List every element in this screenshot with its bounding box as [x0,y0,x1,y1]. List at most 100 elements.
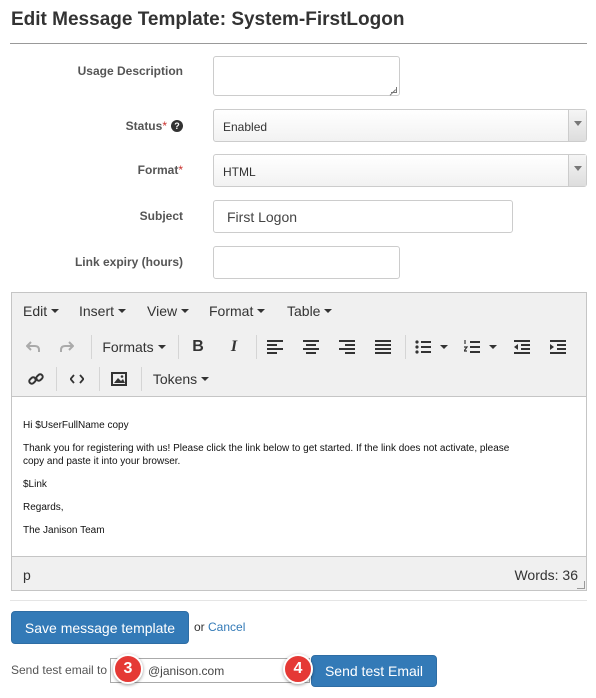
content-line-link-token: $Link [23,479,47,490]
image-icon[interactable] [109,367,129,391]
status-label-text: Status [125,119,163,133]
content-line-signature: The Janison Team [23,525,105,536]
menu-table-label: Table [287,303,321,319]
editor-statusbar: p Words: 36 [12,556,586,590]
align-center-icon[interactable] [301,335,321,359]
content-paragraph: Thank you for registering with us! Pleas… [23,442,509,468]
align-right-icon[interactable] [337,335,357,359]
menu-format[interactable]: Format [209,303,266,319]
toolbar-separator [141,367,142,391]
callout-marker-3: 3 [113,654,143,684]
resize-grip-icon[interactable] [391,87,397,93]
menu-insert-label: Insert [79,303,115,319]
form-divider [10,600,587,601]
caret-down-icon [440,345,448,349]
save-message-template-button[interactable]: Save message template [11,611,189,644]
rich-text-editor: Edit Insert View Format Table Formats B … [11,292,587,591]
format-label: Format* [138,163,183,177]
subject-input[interactable]: First Logon [213,200,513,233]
chevron-down-icon [568,155,586,186]
toolbar-separator [99,367,100,391]
test-email-label: Send test email to [11,663,108,677]
menu-view[interactable]: View [147,303,190,319]
subject-value: First Logon [227,209,298,225]
element-path[interactable]: p [23,567,31,583]
align-justify-icon[interactable] [373,335,393,359]
menu-edit[interactable]: Edit [23,303,60,319]
help-icon[interactable]: ? [171,120,183,132]
send-test-email-button[interactable]: Send test Email [311,655,437,687]
content-line-body-2: copy and paste it into your browser. [23,456,181,467]
redo-icon[interactable] [56,335,78,359]
menu-format-label: Format [209,303,254,319]
caret-down-icon [51,309,60,313]
caret-down-icon [489,345,497,349]
formats-dropdown[interactable]: Formats [98,335,170,359]
status-select[interactable]: Enabled [213,109,587,142]
source-code-icon[interactable] [66,367,88,391]
menu-insert[interactable]: Insert [79,303,127,319]
status-required-marker: * [162,119,167,133]
status-select-value: Enabled [223,120,268,134]
menu-edit-label: Edit [23,303,48,319]
bold-icon[interactable]: B [188,335,208,359]
numbered-list-dropdown[interactable] [487,335,499,359]
status-label: Status*? [126,119,183,133]
toolbar-separator [178,335,179,359]
link-expiry-label: Link expiry (hours) [75,255,183,269]
toolbar-separator [56,367,57,391]
format-select-value: HTML [223,165,256,179]
cancel-link[interactable]: Cancel [208,620,245,634]
chevron-down-icon [568,110,586,141]
editor-content[interactable]: Hi $UserFullName copy Thank you for regi… [23,419,509,547]
link-expiry-label-text: Link expiry (hours) [74,255,183,269]
title-divider [10,43,587,44]
menu-view-label: View [147,303,178,319]
format-required-marker: * [178,163,183,177]
caret-down-icon [157,345,166,349]
toolbar-separator [91,335,92,359]
caret-down-icon [257,309,266,313]
subject-label: Subject [140,209,183,223]
callout-marker-4: 4 [283,654,313,684]
caret-down-icon [324,309,333,313]
usage-description-label-text: Usage Description [77,64,183,78]
caret-down-icon [118,309,127,313]
page-title: Edit Message Template: System-FirstLogon [11,9,405,30]
undo-icon[interactable] [22,335,44,359]
link-icon[interactable] [26,367,46,391]
tokens-dropdown[interactable]: Tokens [149,367,213,391]
content-line-body-1: Thank you for registering with us! Pleas… [23,443,510,454]
subject-label-text: Subject [139,209,183,223]
toolbar-separator [256,335,257,359]
or-text: or Cancel [194,620,245,634]
resize-handle-icon[interactable] [577,581,585,589]
outdent-icon[interactable] [512,335,532,359]
word-count: Words: 36 [514,567,578,583]
editor-menubar: Edit Insert View Format Table [12,293,586,327]
bullet-list-dropdown[interactable] [438,335,450,359]
format-label-text: Format [137,163,179,177]
caret-down-icon [201,377,210,381]
menu-table[interactable]: Table [287,303,333,319]
usage-description-textarea[interactable] [213,56,400,96]
or-text-label: or [194,620,205,634]
formats-label: Formats [102,339,154,355]
test-email-value: @janison.com [148,664,225,678]
indent-icon[interactable] [548,335,568,359]
format-select[interactable]: HTML [213,154,587,187]
bullet-list-icon[interactable] [413,335,433,359]
usage-description-label: Usage Description [78,64,183,78]
content-line-greeting: Hi $UserFullName copy [23,420,129,431]
toolbar-separator [405,335,406,359]
link-expiry-input[interactable] [213,246,400,279]
italic-icon[interactable]: I [224,335,244,359]
content-line-regards: Regards, [23,502,64,513]
tokens-label: Tokens [152,371,198,387]
send-test-email-label: Send test Email [324,663,424,679]
numbered-list-icon[interactable] [462,335,482,359]
caret-down-icon [181,309,190,313]
save-button-label: Save message template [24,619,176,636]
align-left-icon[interactable] [265,335,285,359]
editor-toolbar: Formats B I Tokens [12,327,586,397]
